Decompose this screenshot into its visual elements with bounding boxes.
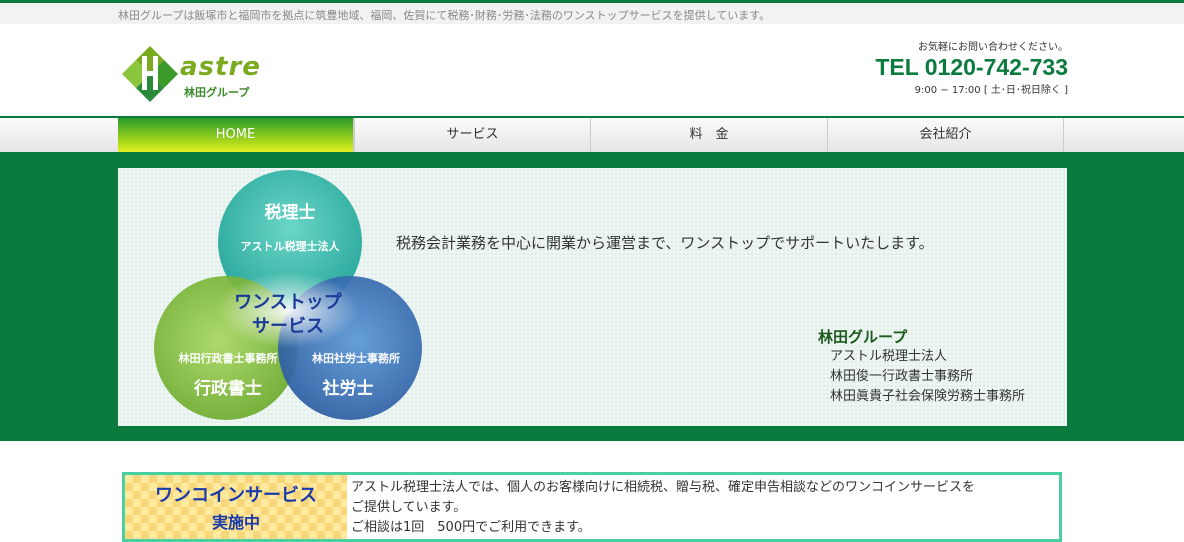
group-title: 林田グループ	[818, 328, 908, 346]
nav-item-pricing[interactable]: 料 金	[591, 118, 828, 152]
group-members: 林田グループ アストル税理士法人 林田俊一行政書士事務所 林田眞貴子社会保険労務…	[818, 326, 1025, 407]
main-nav: HOME サービス 料 金 会社紹介	[0, 118, 1184, 154]
contact-info: お気軽にお問い合わせください。 TEL 0120-742-733 9:00 − …	[875, 38, 1068, 96]
promo-title: ワンコインサービス	[155, 485, 317, 506]
one-coin-promo: ワンコインサービス 実施中 アストル税理士法人では、個人のお客様向けに相続税、贈…	[122, 472, 1062, 542]
venn-top-sub: アストル税理士法人	[241, 239, 341, 253]
hero-lead-text: 税務会計業務を中心に開業から運営まで、ワンストップでサポートいたします。	[396, 234, 934, 252]
site-logo[interactable]: astre 林田グループ	[120, 44, 270, 104]
group-member: 林田俊一行政書士事務所	[830, 369, 974, 384]
venn-center-line2: サービス	[252, 316, 324, 337]
contact-note: お気軽にお問い合わせください。	[918, 42, 1068, 53]
hero-panel: 税理士 アストル税理士法人 ワンストップ サービス 林田行政書士事務所 行政書士…	[118, 168, 1067, 426]
logo-mark-icon	[122, 46, 178, 102]
top-info-bar: 林田グループは飯塚市と福岡市を拠点に筑豊地域、福岡、佐賀にて税務･財務･労務･法…	[0, 0, 1184, 24]
promo-line: ご相談は1回 500円でご利用できます。	[351, 520, 591, 535]
promo-badge[interactable]: ワンコインサービス 実施中	[125, 475, 347, 539]
phone-number[interactable]: TEL 0120-742-733	[875, 53, 1068, 81]
venn-left-sub: 林田行政書士事務所	[179, 351, 278, 365]
business-hours: 9:00 − 17:00 [ 土･日･祝日除く ]	[914, 85, 1068, 96]
promo-subtitle: 実施中	[211, 513, 260, 532]
venn-center-line1: ワンストップ	[234, 291, 343, 313]
venn-left-title: 行政書士	[193, 378, 262, 399]
promo-line: ご提供しています。	[351, 500, 467, 515]
nav-item-home[interactable]: HOME	[118, 118, 354, 152]
venn-diagram: 税理士 アストル税理士法人 ワンストップ サービス 林田行政書士事務所 行政書士…	[154, 170, 422, 420]
logo-wordmark: astre	[180, 52, 261, 82]
promo-line: アストル税理士法人では、個人のお客様向けに相続税、贈与税、確定申告相談などのワン…	[351, 480, 976, 495]
group-member: 林田眞貴子社会保険労務士事務所	[830, 389, 1026, 404]
logo-subtitle: 林田グループ	[184, 86, 250, 99]
nav-item-company[interactable]: 会社紹介	[828, 118, 1064, 152]
venn-top-title: 税理士	[265, 202, 316, 223]
nav-item-services[interactable]: サービス	[354, 118, 591, 152]
venn-right-title: 社労士	[322, 378, 374, 399]
group-member: アストル税理士法人	[830, 349, 948, 364]
site-description: 林田グループは飯塚市と福岡市を拠点に筑豊地域、福岡、佐賀にて税務･財務･労務･法…	[118, 9, 771, 22]
site-header: astre 林田グループ お気軽にお問い合わせください。 TEL 0120-74…	[0, 24, 1184, 118]
venn-right-sub: 林田社労士事務所	[312, 351, 400, 365]
promo-description: アストル税理士法人では、個人のお客様向けに相続税、贈与税、確定申告相談などのワン…	[351, 478, 975, 538]
